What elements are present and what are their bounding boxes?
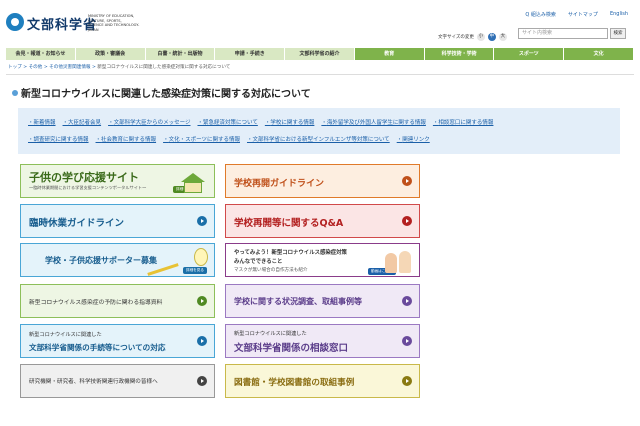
topic-link[interactable]: 文部科学大臣からのメッセージ (108, 118, 191, 126)
library-banner[interactable]: 図書館・学校図書館の取組事例 (225, 364, 420, 398)
nav-item-culture[interactable]: 文化 (564, 48, 635, 60)
breadcrumb: トップ > その他 > その他災害関連情報 > 新型コロナウイルスに関連した感染… (8, 64, 230, 70)
nav-item-sports[interactable]: スポーツ (494, 48, 565, 60)
banner-title: 子供の学び応援サイト (29, 171, 139, 184)
search-button[interactable]: 検索 (610, 28, 626, 39)
topic-links-row: 新着情報 大臣記者会見 文部科学大臣からのメッセージ 緊急経済対策について 学校… (28, 118, 494, 126)
breadcrumb-link[interactable]: その他災害関連情報 (49, 65, 90, 70)
closure-guideline-banner[interactable]: 臨時休業ガイドライン (20, 204, 215, 238)
research-institutions-banner[interactable]: 研究機関・研究者、科学技術関連行政機関の皆様へ (20, 364, 215, 398)
breadcrumb-link[interactable]: その他 (29, 65, 43, 70)
site-header: 文部科学省 MINISTRY OF EDUCATION, CULTURE, SP… (0, 0, 640, 46)
breadcrumb-current: 新型コロナウイルスに関連した感染症対策に関する対応について (97, 65, 231, 70)
banner-line: 新型コロナウイルスに関連した (29, 332, 102, 338)
banner-subtitle: 〜臨時休業期間における学習支援コンテンツポータルサイト〜 (29, 185, 147, 190)
arrow-icon (197, 216, 207, 226)
topic-links-box: 新着情報 大臣記者会見 文部科学大臣からのメッセージ 緊急経済対策について 学校… (18, 108, 620, 154)
arrow-icon (402, 296, 412, 306)
nav-item-policy[interactable]: 政策・審議会 (75, 48, 146, 60)
divider (6, 74, 634, 75)
site-search-input[interactable]: サイト内検索 (518, 28, 608, 39)
font-size-large-button[interactable]: 大 (498, 33, 507, 41)
try-it-banner[interactable]: やってみよう！新型コロナウイルス感染症対策 みんなでできること マスクが無い場合… (225, 243, 420, 277)
topic-link[interactable]: 関連リンク (397, 135, 430, 143)
util-link-english[interactable]: English (610, 11, 628, 18)
topic-link[interactable]: 緊急経済対策について (197, 118, 258, 126)
font-size-label: 文字サイズの変更 (438, 35, 474, 40)
topic-links-row: 調査研究に関する情報 社会教育に関する情報 文化・スポーツに関する情報 文部科学… (28, 135, 430, 143)
nav-item-science[interactable]: 科学技術・学術 (424, 48, 495, 60)
topic-link[interactable]: 学校に関する情報 (265, 118, 314, 126)
util-link-search[interactable]: Q 組込み検索 (525, 11, 556, 18)
banner-line: みんなでできること (234, 259, 283, 265)
topic-link[interactable]: 大臣記者会見 (63, 118, 101, 126)
arrow-icon (402, 336, 412, 346)
topic-link[interactable]: 新着情報 (28, 118, 56, 126)
global-nav: 会見・報道・お知らせ 政策・審議会 白書・統計・出版物 申請・手続き 文部科学省… (6, 48, 635, 60)
banner-title: 学校再開等に関するQ&A (234, 218, 344, 229)
banner-title: 学校再開ガイドライン (234, 179, 325, 189)
survey-banner[interactable]: 学校に関する状況調査、取組事例等 (225, 284, 420, 318)
nav-item-about[interactable]: 文部科学省の紹介 (285, 48, 355, 60)
learning-support-banner[interactable]: 子供の学び応援サイト 〜臨時休業期間における学習支援コンテンツポータルサイト〜 … (20, 164, 215, 198)
topic-link[interactable]: 社会教育に関する情報 (96, 135, 156, 143)
banner-title: 臨時休業ガイドライン (29, 218, 125, 229)
arrow-icon (402, 376, 412, 386)
topic-link[interactable]: 文部科学省における新型インフルエンザ等対策について (247, 135, 390, 143)
banner-title: 新型コロナウイルス感染症の予防に関わる指導資料 (29, 300, 163, 306)
reopening-guideline-banner[interactable]: 学校再開ガイドライン (225, 164, 420, 198)
banner-badge: 詳細を見る (183, 267, 207, 274)
banner-line: マスクが無い場合の自作方法も紹介 (234, 268, 308, 273)
nav-item-applications[interactable]: 申請・手続き (215, 48, 286, 60)
bullet-icon (12, 89, 18, 96)
arrow-icon (197, 376, 207, 386)
page-title-text: 新型コロナウイルスに関連した感染症対策に関する対応について (21, 89, 311, 100)
breadcrumb-separator: > (21, 65, 29, 70)
reopening-qa-banner[interactable]: 学校再開等に関するQ&A (225, 204, 420, 238)
page-title: 新型コロナウイルスに関連した感染症対策に関する対応について (12, 85, 311, 100)
consultation-banner[interactable]: 新型コロナウイルスに関連した 文部科学省関係の相談窓口 (225, 324, 420, 358)
arrow-icon (197, 296, 207, 306)
logo-en-line: SCIENCE AND TECHNOLOGY-JAPAN (88, 23, 140, 32)
prevention-materials-banner[interactable]: 新型コロナウイルス感染症の予防に関わる指導資料 (20, 284, 215, 318)
util-link-sitemap[interactable]: サイトマップ (568, 11, 598, 18)
banner-title: 研究機関・研究者、科学技術関連行政機関の皆様へ (29, 379, 158, 385)
topic-link[interactable]: 調査研究に関する情報 (28, 135, 89, 143)
house-icon (178, 173, 208, 195)
nav-item-education[interactable]: 教育 (354, 48, 425, 60)
topic-link[interactable]: 相談窓口に関する情報 (433, 118, 493, 126)
children-illustration-icon (385, 247, 415, 273)
utility-links: Q 組込み検索 サイトマップ English (525, 11, 628, 18)
arrow-icon (402, 176, 412, 186)
site-logo-english: MINISTRY OF EDUCATION, CULTURE, SPORTS, … (88, 14, 148, 32)
banner-line: 文部科学省関係の相談窓口 (234, 343, 349, 354)
banner-line: 新型コロナウイルスに関連した (234, 331, 307, 337)
nav-item-press[interactable]: 会見・報道・お知らせ (6, 48, 76, 60)
nav-item-whitepaper[interactable]: 白書・統計・出版物 (145, 48, 216, 60)
banner-line: やってみよう！新型コロナウイルス感染症対策 (234, 250, 347, 256)
arrow-icon (197, 336, 207, 346)
font-size-control: 文字サイズの変更 小 中 大 (438, 33, 507, 41)
topic-link[interactable]: 海外留学及び外国人留学生に関する情報 (321, 118, 426, 126)
font-size-medium-button[interactable]: 中 (487, 33, 496, 41)
procedures-banner[interactable]: 新型コロナウイルスに関連した 文部科学省関係の手続等についての対応 (20, 324, 215, 358)
banner-title: 学校に関する状況調査、取組事例等 (234, 297, 362, 306)
breadcrumb-link[interactable]: トップ (8, 65, 22, 70)
banner-title: 図書館・学校図書館の取組事例 (234, 378, 355, 388)
site-logo[interactable]: 文部科学省 (27, 14, 97, 33)
font-size-small-button[interactable]: 小 (476, 33, 485, 41)
supporter-banner[interactable]: 学校・子供応援サポーター募集 詳細を見る (20, 243, 215, 277)
lightbulb-icon (194, 248, 208, 266)
mext-logo-icon[interactable] (6, 13, 24, 31)
banner-line: 文部科学省関係の手続等についての対応 (29, 343, 166, 352)
arrow-icon (402, 216, 412, 226)
topic-link[interactable]: 文化・スポーツに関する情報 (163, 135, 240, 143)
banner-title: 学校・子供応援サポーター募集 (45, 256, 157, 265)
